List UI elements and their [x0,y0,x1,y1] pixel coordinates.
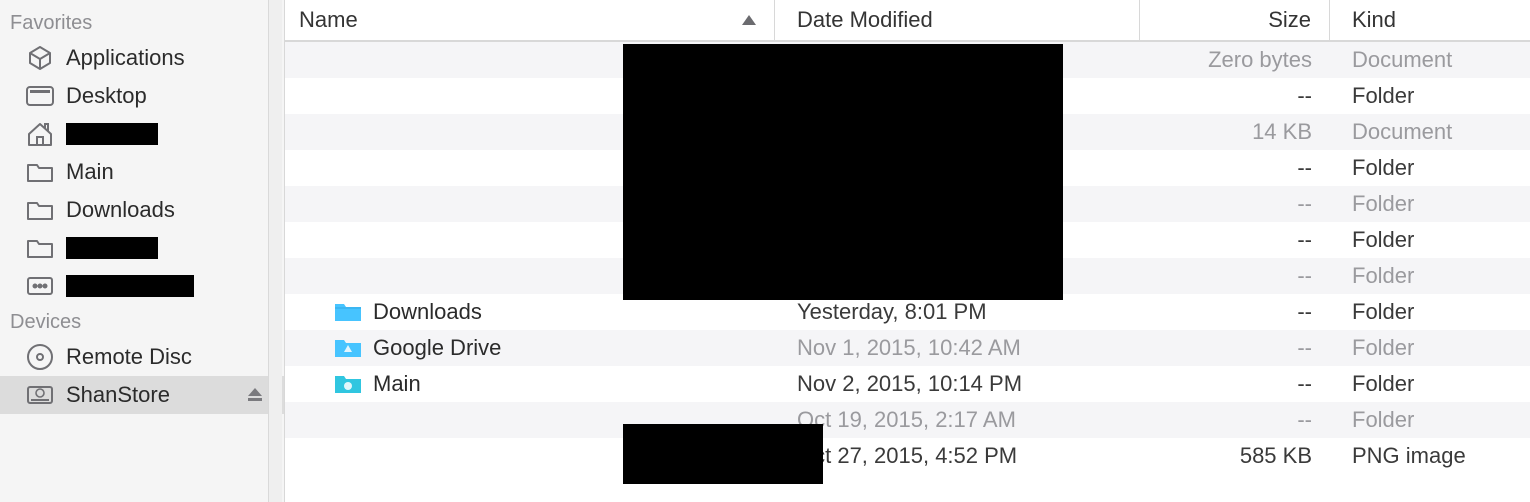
cell-size: Zero bytes [1140,47,1330,73]
home-icon [22,120,58,148]
file-row[interactable]: Main Nov 2, 2015, 10:14 PM--Folder [285,366,1530,402]
sort-ascending-icon [742,15,756,25]
cell-kind: Document [1330,47,1530,73]
file-row[interactable]: Oct 27, 2015, 4:52 PM585 KBPNG image [285,438,1530,474]
cell-date: Yesterday, 8:01 PM [775,299,1140,325]
folder-icon [333,372,363,396]
cell-size: -- [1140,263,1330,289]
file-name: Main [373,371,421,397]
redacted-block [623,424,823,484]
applications-icon [22,44,58,72]
sidebar-scrollbar[interactable] [268,0,282,502]
column-date-label: Date Modified [797,7,933,33]
file-row[interactable]: Google Drive Nov 1, 2015, 10:42 AM--Folde… [285,330,1530,366]
disc-icon [22,343,58,371]
sidebar-item-label: Downloads [66,197,175,223]
cell-kind: Folder [1330,371,1530,397]
column-headers: Name Date Modified Size Kind [285,0,1530,42]
cell-size: 14 KB [1140,119,1330,145]
cell-kind: Folder [1330,335,1530,361]
file-name: Downloads [373,299,482,325]
sidebar-item-remote-disc[interactable]: Remote Disc [0,338,284,376]
cell-date: Nov 1, 2015, 10:42 AM [775,335,1140,361]
folder-icon [22,158,58,186]
cell-kind: Folder [1330,227,1530,253]
cell-kind: PNG image [1330,443,1530,469]
redacted-label [66,237,158,259]
column-header-date[interactable]: Date Modified [775,0,1140,40]
redacted-block [623,44,1063,300]
column-header-name[interactable]: Name [285,0,775,40]
folder-icon [333,336,363,360]
cell-name: Downloads [285,299,775,325]
sidebar-item-main[interactable]: Main [0,153,284,191]
cell-kind: Folder [1330,191,1530,217]
redacted-label [66,123,158,145]
column-name-label: Name [299,7,358,33]
cell-size: -- [1140,83,1330,109]
sidebar-item-redacted[interactable] [0,115,284,153]
cell-kind: Folder [1330,263,1530,289]
cell-size: -- [1140,407,1330,433]
cell-date: Oct 19, 2015, 2:17 AM [775,407,1140,433]
sidebar: Favorites Applications Desktop Main Download… [0,0,285,502]
file-list: Name Date Modified Size Kind Jun 17, 201… [285,0,1530,502]
cell-size: -- [1140,227,1330,253]
sidebar-section-title: Devices [0,305,284,338]
cell-size: -- [1140,371,1330,397]
finder-window: Favorites Applications Desktop Main Download… [0,0,1530,502]
file-name: Google Drive [373,335,501,361]
sidebar-section-title: Favorites [0,6,284,39]
sidebar-item-label: Applications [66,45,185,71]
sidebar-item-applications[interactable]: Applications [0,39,284,77]
file-row[interactable]: Oct 19, 2015, 2:17 AM--Folder [285,402,1530,438]
cell-size: -- [1140,155,1330,181]
sidebar-item-label: ShanStore [66,382,170,408]
cell-kind: Folder [1330,407,1530,433]
sidebar-item-shanstore[interactable]: ShanStore [0,376,284,414]
drive-icon [22,381,58,409]
desktop-icon [22,82,58,110]
sidebar-item-label: Main [66,159,114,185]
eject-icon[interactable] [246,386,264,404]
sidebar-item-redacted[interactable] [0,229,284,267]
folder-icon [333,300,363,324]
sidebar-item-label: Remote Disc [66,344,192,370]
shared-icon [22,272,58,300]
cell-kind: Folder [1330,299,1530,325]
column-header-size[interactable]: Size [1140,0,1330,40]
cell-name: Google Drive [285,335,775,361]
cell-date: Oct 27, 2015, 4:52 PM [775,443,1140,469]
sidebar-item-downloads[interactable]: Downloads [0,191,284,229]
cell-kind: Folder [1330,83,1530,109]
column-header-kind[interactable]: Kind [1330,0,1530,40]
cell-name: Main [285,371,775,397]
cell-size: -- [1140,335,1330,361]
folder-icon [22,234,58,262]
cell-kind: Document [1330,119,1530,145]
sidebar-item-redacted[interactable] [0,267,284,305]
cell-size: -- [1140,299,1330,325]
cell-date: Nov 2, 2015, 10:14 PM [775,371,1140,397]
cell-size: 585 KB [1140,443,1330,469]
redacted-label [66,275,194,297]
sidebar-item-label: Desktop [66,83,147,109]
cell-kind: Folder [1330,155,1530,181]
sidebar-item-desktop[interactable]: Desktop [0,77,284,115]
column-kind-label: Kind [1352,7,1396,33]
cell-size: -- [1140,191,1330,217]
column-size-label: Size [1268,7,1311,33]
folder-icon [22,196,58,224]
